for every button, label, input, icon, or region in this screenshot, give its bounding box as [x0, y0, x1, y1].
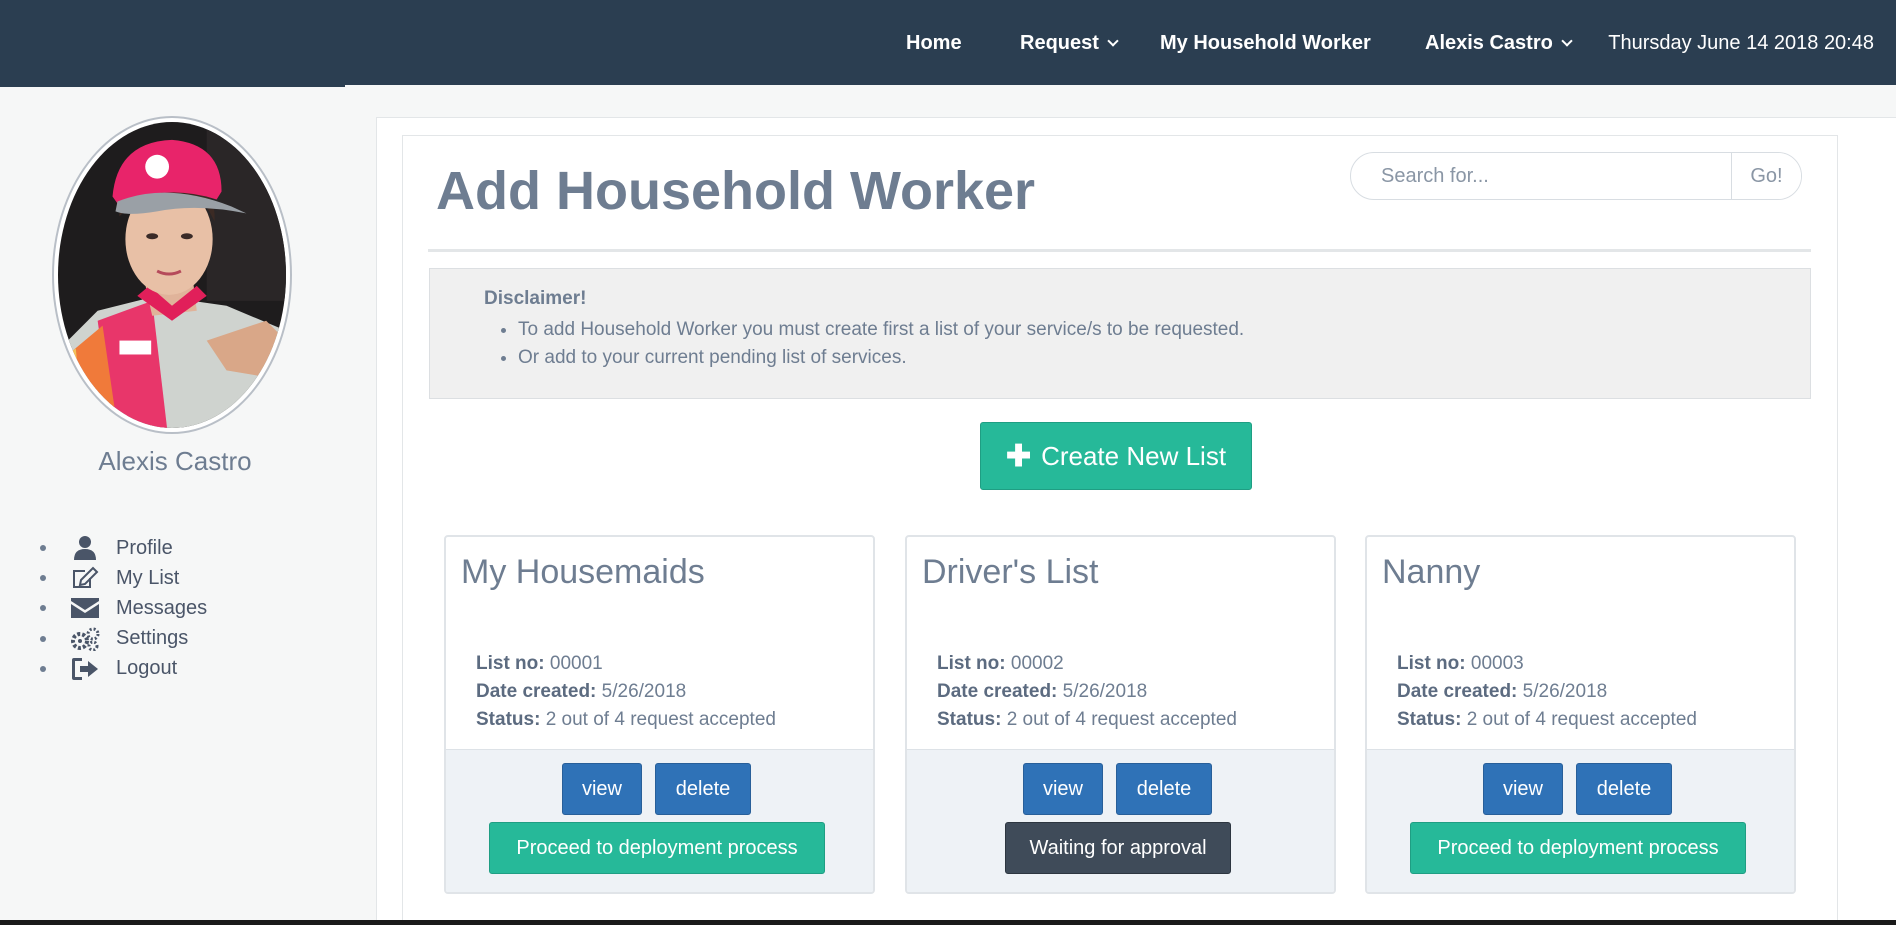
edit-icon	[70, 566, 100, 590]
date-created-label: Date created:	[1397, 681, 1518, 702]
page-title: Add Household Worker	[436, 161, 1036, 221]
status-value: 2 out of 4 request accepted	[1466, 709, 1697, 730]
bullet	[40, 665, 46, 672]
list-no-value: 00002	[1010, 653, 1064, 674]
card-footer: view delete Proceed to deployment proces…	[1367, 749, 1794, 892]
delete-button[interactable]: delete	[1576, 763, 1672, 815]
disclaimer-heading: Disclaimer!	[484, 288, 587, 309]
nav-user-menu[interactable]: Alexis Castro	[1425, 32, 1573, 55]
sidebar-item-label: Settings	[116, 627, 189, 650]
bullet	[40, 545, 46, 552]
list-card-nanny: Nanny List no: 00003 Date created: 5/26/…	[1365, 535, 1796, 894]
user-icon	[70, 536, 100, 561]
disclaimer-item: To add Household Worker you must create …	[518, 316, 1810, 344]
list-no-value: 00003	[1470, 653, 1524, 674]
proceed-deployment-button[interactable]: Proceed to deployment process	[1410, 822, 1746, 874]
disclaimer-item: Or add to your current pending list of s…	[518, 344, 1810, 372]
bullet	[40, 635, 46, 642]
nav-request-label: Request	[1020, 32, 1099, 54]
sidebar-item-logout[interactable]: Logout	[40, 654, 207, 684]
bottom-strip	[0, 920, 1896, 925]
date-created-value: 5/26/2018	[1062, 681, 1148, 702]
delete-button[interactable]: delete	[1116, 763, 1212, 815]
title-divider	[428, 249, 1811, 252]
view-button[interactable]: view	[1023, 763, 1103, 815]
status-value: 2 out of 4 request accepted	[545, 709, 776, 730]
sidebar-item-profile[interactable]: Profile	[40, 533, 207, 563]
create-new-list-label: Create New List	[1041, 440, 1227, 471]
disclaimer-box: Disclaimer! To add Household Worker you …	[429, 268, 1811, 399]
create-new-list-button[interactable]: ✚ Create New List	[980, 422, 1252, 490]
date-created-value: 5/26/2018	[1522, 681, 1608, 702]
sidebar-menu: Profile My List Messages Settings Logout	[40, 533, 207, 684]
search-go-button[interactable]: Go!	[1731, 153, 1801, 199]
status-label: Status:	[1397, 709, 1462, 730]
sidebar-item-settings[interactable]: Settings	[40, 624, 207, 654]
waiting-approval-button[interactable]: Waiting for approval	[1005, 822, 1231, 874]
envelope-icon	[70, 596, 100, 620]
gears-icon	[70, 627, 100, 651]
nav-home-label: Home	[906, 32, 962, 54]
list-card-drivers: Driver's List List no: 00002 Date create…	[905, 535, 1336, 894]
bullet	[40, 605, 46, 612]
date-created-value: 5/26/2018	[601, 681, 687, 702]
avatar	[52, 116, 292, 434]
chevron-down-icon	[1107, 34, 1119, 47]
sign-out-icon	[70, 657, 100, 681]
list-card-housemaids: My Housemaids List no: 00001 Date create…	[444, 535, 875, 894]
nav-datetime: Thursday June 14 2018 20:48	[1608, 32, 1874, 54]
nav-my-household-worker[interactable]: My Household Worker	[1160, 32, 1371, 55]
sidebar-item-label: Logout	[116, 657, 178, 680]
list-no-label: List no:	[476, 653, 545, 674]
chevron-down-icon	[1561, 34, 1573, 47]
card-title: Driver's List	[922, 553, 1099, 591]
search-input[interactable]	[1351, 153, 1731, 199]
avatar-photo	[58, 122, 286, 428]
user-name: Alexis Castro	[98, 446, 252, 476]
view-button[interactable]: view	[562, 763, 642, 815]
sidebar-item-messages[interactable]: Messages	[40, 593, 207, 623]
date-created-label: Date created:	[937, 681, 1058, 702]
view-button[interactable]: view	[1483, 763, 1563, 815]
card-info: List no: 00003 Date created: 5/26/2018 S…	[1397, 650, 1697, 734]
card-title: Nanny	[1382, 553, 1481, 591]
list-no-value: 00001	[549, 653, 603, 674]
bullet	[40, 575, 46, 582]
list-no-label: List no:	[1397, 653, 1466, 674]
plus-icon: ✚	[1005, 439, 1032, 473]
proceed-deployment-button[interactable]: Proceed to deployment process	[489, 822, 825, 874]
date-created-label: Date created:	[476, 681, 597, 702]
card-footer: view delete Proceed to deployment proces…	[446, 749, 873, 892]
nav-user-menu-label: Alexis Castro	[1425, 32, 1553, 54]
sidebar-item-my-list[interactable]: My List	[40, 563, 207, 593]
card-title: My Housemaids	[461, 553, 705, 591]
status-value: 2 out of 4 request accepted	[1006, 709, 1237, 730]
delete-button[interactable]: delete	[655, 763, 751, 815]
card-info: List no: 00002 Date created: 5/26/2018 S…	[937, 650, 1237, 734]
search-bar: Go!	[1350, 152, 1802, 200]
card-footer: view delete Waiting for approval	[907, 749, 1334, 892]
status-label: Status:	[937, 709, 1002, 730]
status-label: Status:	[476, 709, 541, 730]
nav-home[interactable]: Home	[906, 32, 962, 55]
card-info: List no: 00001 Date created: 5/26/2018 S…	[476, 650, 776, 734]
sidebar-item-label: My List	[116, 566, 180, 589]
navbar-underline	[0, 85, 345, 87]
nav-my-household-worker-label: My Household Worker	[1160, 32, 1371, 54]
sidebar-item-label: Messages	[116, 596, 208, 619]
list-no-label: List no:	[937, 653, 1006, 674]
nav-request[interactable]: Request	[1020, 32, 1119, 55]
sidebar-item-label: Profile	[116, 536, 173, 559]
